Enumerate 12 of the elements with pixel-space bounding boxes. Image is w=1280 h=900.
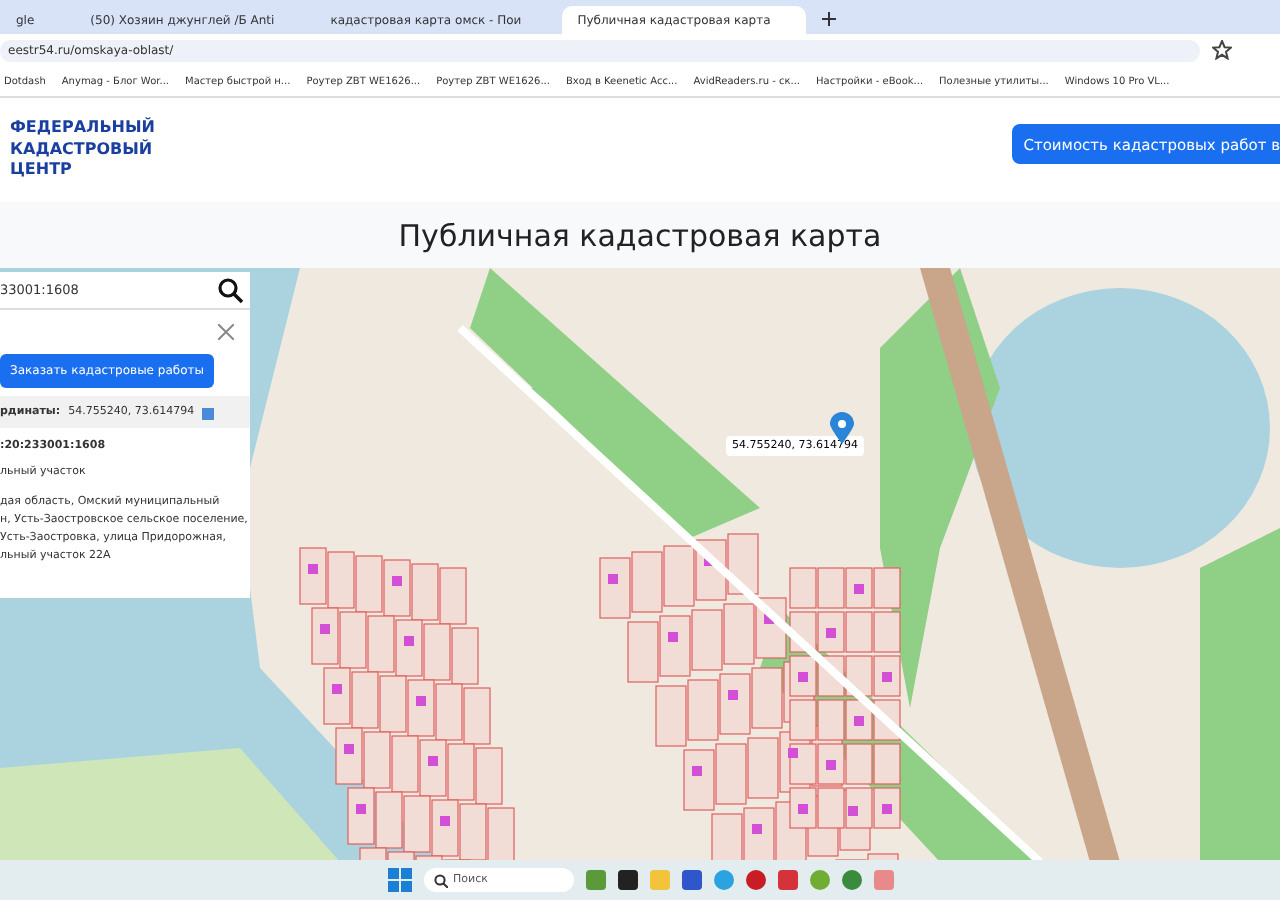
close-icon[interactable] [218,324,234,340]
copy-icon[interactable] [202,404,219,420]
windows-start-icon[interactable] [387,868,411,892]
logo-text: КАДАСТРОВЫЙ [10,139,155,161]
logo-text: ЦЕНТР [10,160,74,182]
star-icon[interactable] [1212,40,1232,60]
page-title: Публичная кадастровая карта [398,217,882,253]
search-icon[interactable] [218,277,244,303]
logo-text: ФЕДЕРАЛЬНЫЙ [10,118,155,139]
app-icon[interactable] [585,870,605,890]
new-tab-icon[interactable] [822,12,837,26]
search-icon [433,873,447,887]
